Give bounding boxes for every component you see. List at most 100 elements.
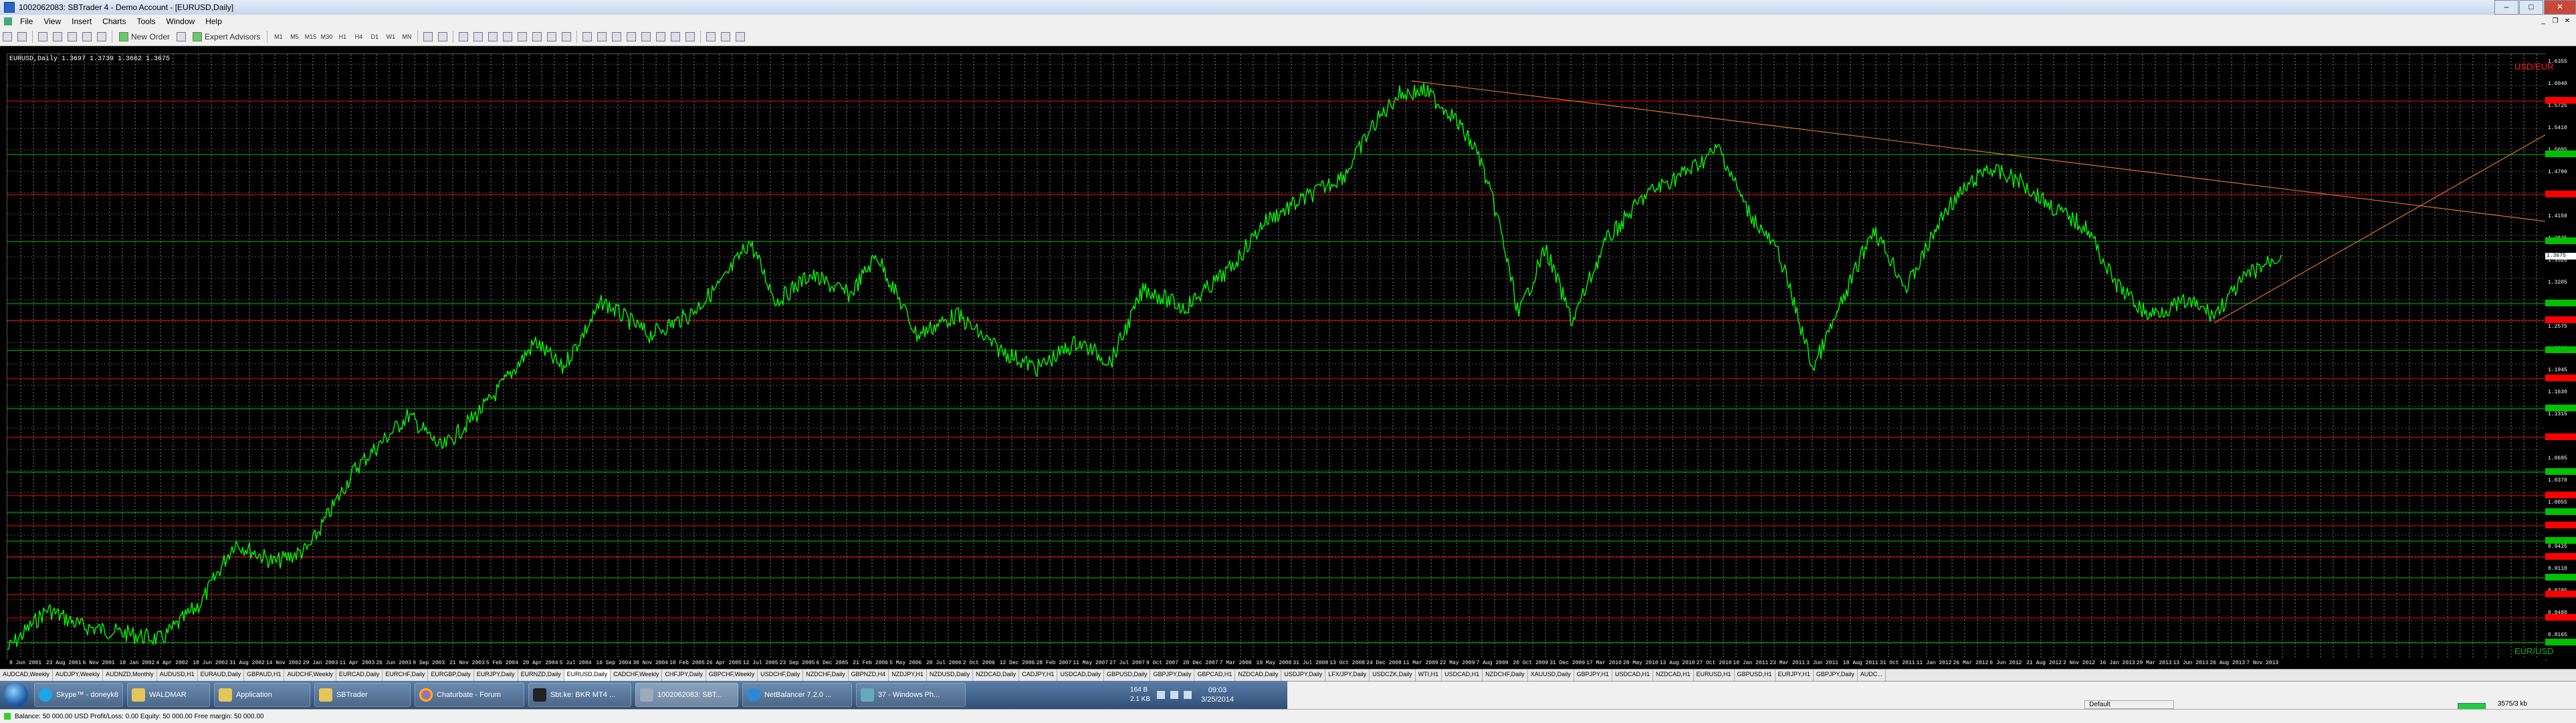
chart-tab[interactable]: CADJPY,H1 <box>1019 669 1058 682</box>
timeframe-w1[interactable]: W1 <box>384 30 397 43</box>
menu-insert[interactable]: Insert <box>66 17 97 26</box>
chart-tab[interactable]: NZDCAD,Daily <box>1235 669 1282 682</box>
menu-help[interactable]: Help <box>200 17 227 26</box>
menu-window[interactable]: Window <box>161 17 201 26</box>
trend-line-ascending[interactable] <box>2214 134 2546 324</box>
navigator-button[interactable] <box>66 30 78 43</box>
chart-tab[interactable]: AUDC... <box>1858 669 1886 682</box>
terminal-button[interactable] <box>81 30 93 43</box>
chart-tab[interactable]: GBPCAD,H1 <box>1194 669 1236 682</box>
horizontal-line-tool-button[interactable] <box>472 30 484 43</box>
taskbar-application[interactable]: Application <box>213 683 310 707</box>
chart-tab[interactable]: CHFJPY,Daily <box>662 669 706 682</box>
timeframe-m15[interactable]: M15 <box>304 30 317 43</box>
timeframe-mn[interactable]: MN <box>400 30 413 43</box>
expert-advisors-button[interactable]: Expert Advisors <box>190 30 263 43</box>
chart-tab[interactable]: NZDCHF,Daily <box>803 669 849 682</box>
chart-tab[interactable]: EURGBP,Daily <box>428 669 474 682</box>
chart-tab[interactable]: AUDNZD,Monthly <box>103 669 157 682</box>
periods-button[interactable] <box>720 30 732 43</box>
trend-line-descending[interactable] <box>1411 80 2546 222</box>
chart-tab[interactable]: WTI,H1 <box>1416 669 1442 682</box>
chart-tab[interactable]: LFX/JPY,Daily <box>1325 669 1370 682</box>
cursor-tool-button[interactable] <box>422 30 434 43</box>
meta-editor-button[interactable] <box>175 30 187 43</box>
crosshair-tool-button[interactable] <box>437 30 449 43</box>
text-tool-button[interactable] <box>531 30 543 43</box>
profiles-button[interactable] <box>16 30 28 43</box>
menu-charts[interactable]: Charts <box>97 17 131 26</box>
chart-tab[interactable]: NZDCAD,Daily <box>973 669 1020 682</box>
taskbar-sbtrader[interactable]: 1002062083: SBT... <box>635 683 738 707</box>
menu-tools[interactable]: Tools <box>132 17 161 26</box>
minimize-button[interactable]: – <box>2494 0 2518 15</box>
chart-tab[interactable]: NZDUSD,Daily <box>927 669 974 682</box>
chart-tab[interactable]: USDJPY,Daily <box>1281 669 1326 682</box>
new-chart-button[interactable] <box>1 30 13 43</box>
chart-tab[interactable]: EURJPY,Daily <box>474 669 518 682</box>
chart-tab[interactable]: AUDUSD,H1 <box>157 669 198 682</box>
taskbar-chrome[interactable]: Chaturbate - Forum <box>414 683 524 707</box>
fibonacci-tool-button[interactable] <box>516 30 528 43</box>
clock[interactable]: 09:03 3/25/2014 <box>1201 686 1234 704</box>
chart-tab[interactable]: GBPCHF,Weekly <box>706 669 758 682</box>
price-axis[interactable]: 1.63551.60401.57251.54101.50951.47801.44… <box>2545 54 2576 659</box>
chart-tab[interactable]: USDCAD,H1 <box>1612 669 1653 682</box>
date-axis[interactable]: 8 Jun 2001 23 Aug 2001 6 Nov 2001 18 Jan 20… <box>7 659 2545 669</box>
volume-icon[interactable] <box>1184 691 1192 699</box>
label-tool-button[interactable] <box>546 30 558 43</box>
network-icon[interactable] <box>1170 691 1179 699</box>
trendline-tool-button[interactable] <box>487 30 499 43</box>
chart-doc-icon[interactable] <box>4 17 12 25</box>
chart-tab[interactable]: USDCHF,Daily <box>758 669 804 682</box>
timeframe-m30[interactable]: M30 <box>320 30 333 43</box>
taskbar-waldmar[interactable]: WALDMAR <box>126 683 210 707</box>
chart-tab[interactable]: AUDJPY,Weekly <box>53 669 104 682</box>
chart-tab[interactable]: GBPNZD,H4 <box>849 669 889 682</box>
timeframe-m1[interactable]: M1 <box>272 30 285 43</box>
mdi-close-button[interactable]: ✕ <box>2561 17 2573 26</box>
timeframe-h1[interactable]: H1 <box>336 30 349 43</box>
templates-button[interactable] <box>734 30 746 43</box>
chart-tab[interactable]: GBPJPY,H1 <box>1574 669 1612 682</box>
chart-canvas[interactable] <box>7 54 2546 660</box>
arrows-tool-button[interactable] <box>560 30 572 43</box>
zoom-in-button[interactable] <box>625 30 637 43</box>
chart-tab[interactable]: GBPJPY,Daily <box>1150 669 1195 682</box>
maximize-button[interactable]: □ <box>2519 0 2543 15</box>
chart-tab[interactable]: NZDJPY,H1 <box>889 669 928 682</box>
tester-button[interactable] <box>96 30 108 43</box>
channel-tool-button[interactable] <box>502 30 514 43</box>
chart-tab[interactable]: USDCZK,Daily <box>1370 669 1416 682</box>
chart-tab[interactable]: EURCHF,Daily <box>383 669 429 682</box>
autoscroll-button[interactable] <box>669 30 681 43</box>
close-button[interactable]: ✕ <box>2544 0 2576 15</box>
taskbar-mt4-broker[interactable]: Sbt.ke: BKR MT4 ... <box>528 683 631 707</box>
flag-icon[interactable] <box>1157 691 1166 699</box>
indicators-button[interactable] <box>705 30 717 43</box>
chart-tab[interactable]: USDCAD,Daily <box>1057 669 1104 682</box>
chart-tab[interactable]: AUDCAD,Weekly <box>0 669 53 682</box>
price-chart[interactable] <box>7 54 2547 661</box>
menu-view[interactable]: View <box>38 17 66 26</box>
chart-tab[interactable]: USDCAD,H1 <box>1442 669 1483 682</box>
zoom-out-button[interactable] <box>640 30 652 43</box>
taskbar-skype[interactable]: Skype™ - doneyk8 <box>34 683 123 707</box>
timeframe-m5[interactable]: M5 <box>288 30 301 43</box>
chart-tab[interactable]: EURAUD,Daily <box>198 669 245 682</box>
taskbar-netbalancer[interactable]: NetBalancer 7.2.0 ... <box>742 683 852 707</box>
timeframe-h4[interactable]: H4 <box>352 30 365 43</box>
chart-tab[interactable]: EURUSD,Daily <box>564 669 611 682</box>
tile-windows-button[interactable] <box>655 30 667 43</box>
taskbar-windows-phone[interactable]: 37 - Windows Ph... <box>855 683 966 707</box>
taskbar-sbtrader-folder[interactable]: SBTrader <box>314 683 411 707</box>
chart-tab[interactable]: GBPUSD,H1 <box>1735 669 1776 682</box>
chart-tab[interactable]: CADCHF,Weekly <box>611 669 663 682</box>
chart-tab[interactable]: AUDCHF,Weekly <box>284 669 336 682</box>
chart-tab[interactable]: NZDCAD,H1 <box>1653 669 1694 682</box>
market-watch-button[interactable] <box>37 30 49 43</box>
mdi-minimize-button[interactable]: _ <box>2537 17 2549 26</box>
chart-tab[interactable]: GBPAUD,H1 <box>244 669 285 682</box>
chart-tab[interactable]: NZDCHF,Daily <box>1483 669 1528 682</box>
data-window-button[interactable] <box>51 30 64 43</box>
